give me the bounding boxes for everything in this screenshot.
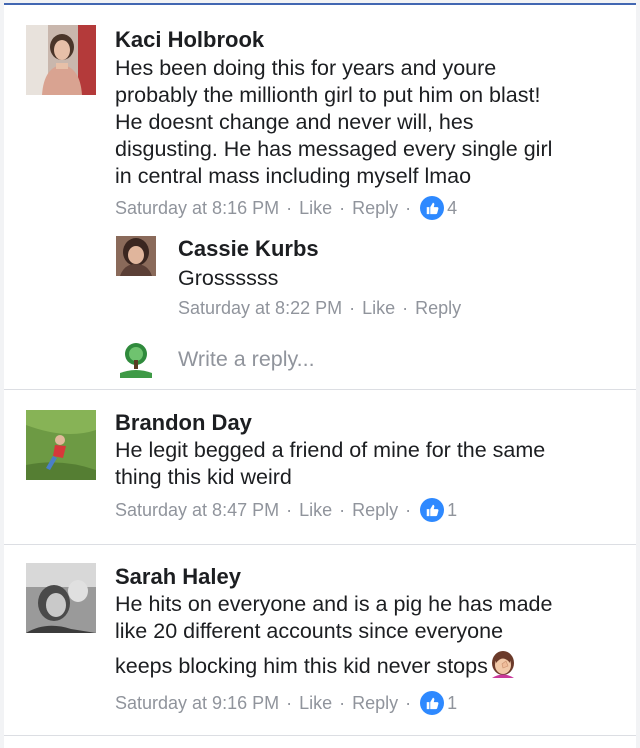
like-link[interactable]: Like [362,298,395,319]
comment-text-line: like 20 different accounts since everyon… [115,619,504,643]
avatar-photo-icon [116,236,156,276]
current-user-avatar [116,340,156,380]
comment-item: Brandon Day He legit begged a friend of … [4,390,636,545]
comment-timestamp[interactable]: Saturday at 9:16 PM [115,693,279,714]
like-link[interactable]: Like [299,500,332,521]
comment-text-line: keeps blocking him this kid never stops [115,650,517,681]
comment-item: Sarah Haley He hits on everyone and is a… [4,545,636,736]
reply-author[interactable]: Cassie Kurbs [178,236,319,262]
reply-text: Grossssss [178,265,278,292]
like-link[interactable]: Like [299,198,332,219]
comment-text-line: probably the millionth girl to put him o… [115,83,541,107]
comment-text-line: in central mass including myself lmao [115,164,472,188]
reply-avatar[interactable] [116,236,156,276]
avatar[interactable] [26,25,96,95]
reply-link[interactable]: Reply [352,693,398,714]
comment-item: Kaci Holbrook Hes been doing this for ye… [4,3,636,390]
meta-separator: · [405,197,412,218]
meta-separator: · [339,499,346,520]
comment-text-line: He doesnt change and never will, hes [115,110,474,134]
avatar-photo-icon [26,563,96,633]
comment-text-line: thing this kid weird [115,465,292,489]
comment-text-line: disgusting. He has messaged every single… [115,137,553,161]
comment-text: He legit begged a friend of mine for the… [115,437,545,491]
meta-separator: · [339,197,346,218]
reply-text-line: Grossssss [178,266,279,290]
comment-timestamp[interactable]: Saturday at 8:47 PM [115,500,279,521]
avatar-photo-icon [26,25,96,95]
reply-link[interactable]: Reply [352,500,398,521]
reaction-count[interactable]: 4 [447,198,457,219]
avatar-photo-icon [26,410,96,480]
comment-author[interactable]: Kaci Holbrook [115,27,264,53]
tree-logo-icon [116,340,156,380]
reply-link[interactable]: Reply [415,298,461,319]
comment-text-line: Hes been doing this for years and youre [115,56,497,80]
avatar[interactable] [26,563,96,633]
meta-separator: · [286,197,293,218]
comment-text-line: He legit begged a friend of mine for the… [115,438,546,462]
comment-meta: Saturday at 8:16 PM · Like · Reply · 4 [115,196,457,220]
comment-meta: Saturday at 9:16 PM · Like · Reply · 1 [115,691,457,715]
reaction-count[interactable]: 1 [447,500,457,521]
reaction-count[interactable]: 1 [447,693,457,714]
reply-link[interactable]: Reply [352,198,398,219]
reply-timestamp[interactable]: Saturday at 8:22 PM [178,298,342,319]
meta-separator: · [402,298,409,318]
comment-author[interactable]: Brandon Day [115,410,252,436]
comment-text-line: He hits on everyone and is a pig he has … [115,592,553,616]
like-reaction-icon[interactable] [420,691,445,715]
comment-text: Hes been doing this for years and youre … [115,55,552,190]
woman-facepalming-emoji-icon [489,650,517,679]
meta-separator: · [349,298,356,318]
meta-separator: · [405,692,412,713]
meta-separator: · [405,499,412,520]
write-reply-input[interactable]: Write a reply... [178,347,315,372]
like-link[interactable]: Like [299,693,332,714]
reply-meta: Saturday at 8:22 PM · Like · Reply [178,298,461,319]
comment-meta: Saturday at 8:47 PM · Like · Reply · 1 [115,498,457,522]
comments-panel: Kaci Holbrook Hes been doing this for ye… [4,3,636,748]
like-reaction-icon[interactable] [420,196,445,220]
comment-timestamp[interactable]: Saturday at 8:16 PM [115,198,279,219]
comment-text-fragment: keeps blocking him this kid never stops [115,654,488,678]
meta-separator: · [286,692,293,713]
meta-separator: · [286,499,293,520]
comment-text: He hits on everyone and is a pig he has … [115,591,552,645]
like-reaction-icon[interactable] [420,498,445,522]
avatar[interactable] [26,410,96,480]
meta-separator: · [339,692,346,713]
comment-text-last: keeps blocking him this kid never stops [115,650,517,681]
comment-author[interactable]: Sarah Haley [115,564,241,590]
